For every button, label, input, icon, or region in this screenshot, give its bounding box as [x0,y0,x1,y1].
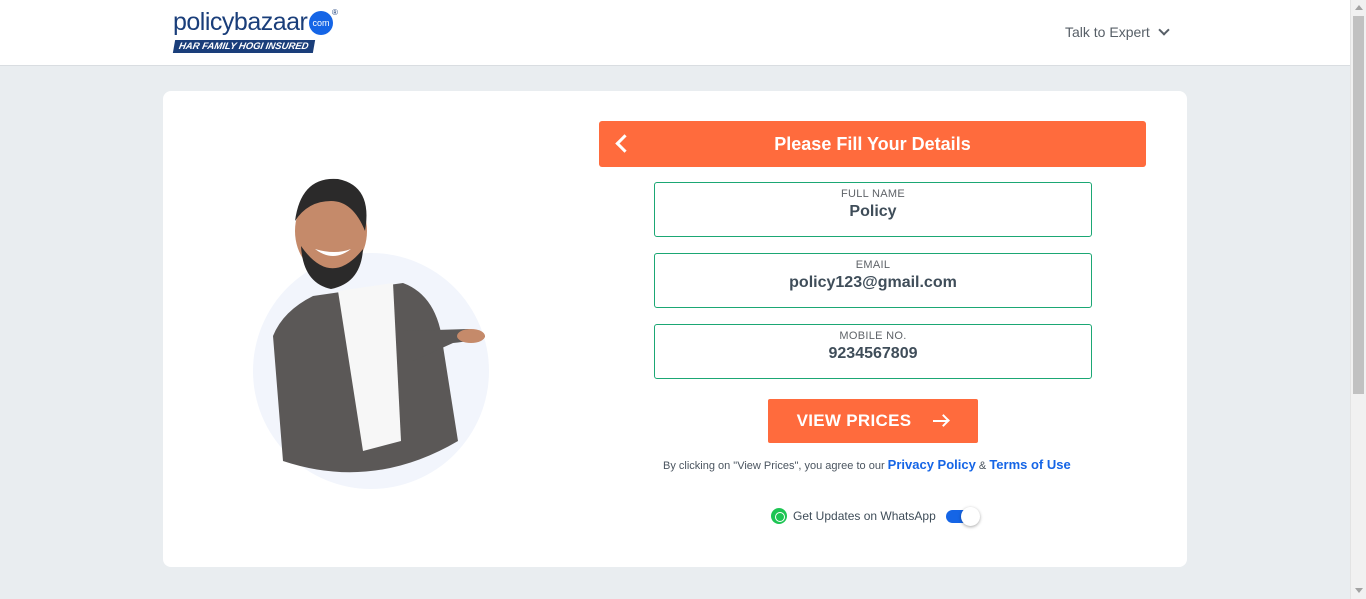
whatsapp-label: Get Updates on WhatsApp [793,509,936,523]
whatsapp-updates-row: Get Updates on WhatsApp [771,507,980,526]
logo-wordmark: policybazaar [173,8,308,36]
email-field[interactable]: EMAIL [654,253,1092,308]
scroll-up-arrow-icon[interactable] [1355,5,1363,10]
view-prices-label: VIEW PRICES [796,411,912,430]
logo-tagline: HAR FAMILY HOGI INSURED [172,40,315,53]
scroll-down-arrow-icon[interactable] [1355,588,1363,593]
policybazaar-logo[interactable]: policybazaar com ® HAR FAMILY HOGI INSUR… [172,8,338,56]
whatsapp-toggle[interactable] [945,507,980,526]
illustration-hand [457,329,485,343]
scrollbar-thumb[interactable] [1353,16,1364,394]
email-label: EMAIL [855,259,891,271]
toggle-knob [960,507,980,526]
chevron-down-icon [1158,23,1170,36]
talk-to-expert-label: Talk to Expert [1065,24,1150,40]
brand-ambassador-illustration [253,178,489,489]
mobile-label: MOBILE NO. [839,330,907,342]
logo-com-badge: com [309,11,333,35]
logo-registered-mark: ® [332,8,338,17]
privacy-policy-link[interactable]: Privacy Policy [888,457,976,472]
form-title: Please Fill Your Details [774,133,971,154]
terms-of-use-link[interactable]: Terms of Use [989,457,1070,472]
talk-to-expert-dropdown[interactable]: Talk to Expert [1065,23,1170,40]
full-name-input[interactable] [655,203,1091,221]
whatsapp-icon [771,508,787,524]
consent-text: By clicking on "View Prices", you agree … [663,457,1071,472]
full-name-label: FULL NAME [840,188,906,200]
page-scrollbar[interactable] [1350,0,1366,599]
email-input[interactable] [655,274,1091,292]
back-chevron-icon[interactable] [611,133,633,155]
full-name-field[interactable]: FULL NAME [654,182,1092,237]
view-prices-button[interactable]: VIEW PRICES [768,399,978,443]
form-header: Please Fill Your Details [599,121,1146,167]
consent-ampersand: & [978,460,987,472]
arrow-right-icon [933,415,949,427]
mobile-input[interactable] [655,345,1091,363]
consent-prefix: By clicking on "View Prices", you agree … [663,460,885,472]
top-header: policybazaar com ® HAR FAMILY HOGI INSUR… [0,0,1350,66]
mobile-field[interactable]: MOBILE NO. [654,324,1092,379]
details-card: Please Fill Your Details FULL NAME EMAIL… [163,91,1187,567]
